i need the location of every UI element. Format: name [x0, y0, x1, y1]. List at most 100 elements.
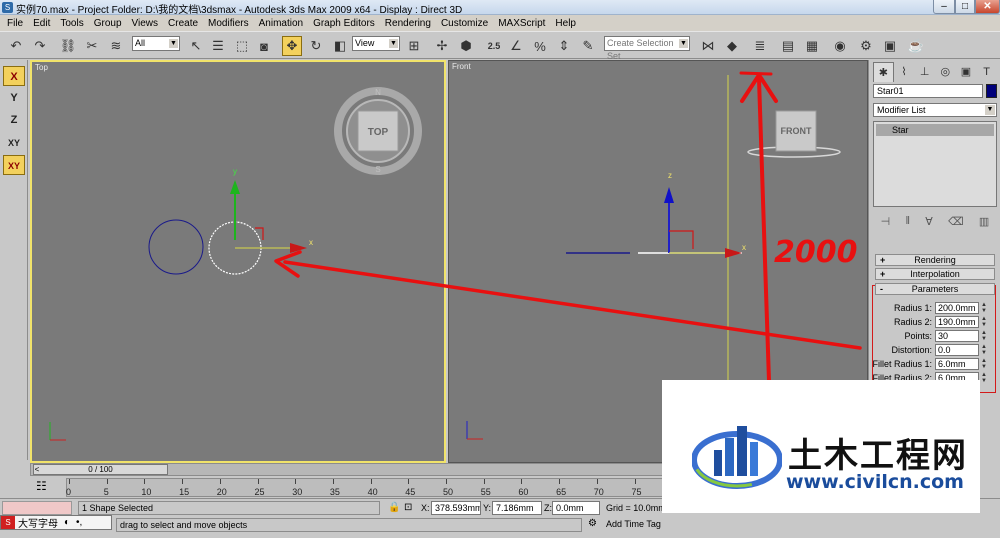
spinner-icon[interactable]: ▲ ▼	[981, 316, 989, 328]
prompt-line: drag to select and move objects	[116, 518, 582, 532]
ime-mode-label[interactable]: 大写字母	[15, 515, 61, 530]
utilities-tab-icon[interactable]: T	[976, 62, 997, 82]
ruler-tick	[219, 479, 221, 484]
ruler-tick	[521, 479, 523, 484]
display-tab-icon[interactable]: ▣	[956, 62, 977, 82]
ruler-label: 20	[216, 487, 227, 497]
modifier-list-dropdown[interactable]: Modifier List ▼	[873, 103, 997, 117]
y-label: Y:	[483, 503, 492, 513]
make-unique-icon[interactable]: ∀	[925, 215, 933, 235]
annotation-2000-text: 2000	[774, 235, 858, 270]
time-tag-icon[interactable]: ⚙	[588, 518, 597, 529]
ruler-label: 35	[329, 487, 340, 497]
grid-size: Grid = 10.0mm	[606, 503, 666, 513]
ruler-label: 30	[292, 487, 303, 497]
spinner-icon[interactable]: ▲ ▼	[981, 302, 989, 314]
configure-sets-icon[interactable]: ▥	[979, 215, 989, 235]
ruler-label: 65	[556, 487, 567, 497]
z-label: Z:	[544, 503, 552, 513]
ruler-tick	[559, 479, 561, 484]
ruler-label: 45	[405, 487, 416, 497]
param-label: Points:	[904, 331, 932, 341]
spinner-icon[interactable]: ▲ ▼	[981, 344, 989, 356]
ruler-label: 70	[593, 487, 604, 497]
ruler-label: 15	[179, 487, 190, 497]
object-color-swatch[interactable]	[986, 84, 997, 98]
param-points: Points: 30 ▲ ▼	[875, 330, 995, 343]
param-value-field[interactable]: 0.0	[935, 344, 979, 356]
maxscript-listener[interactable]	[2, 501, 72, 515]
spinner-icon[interactable]: ▲ ▼	[981, 372, 989, 384]
rollout-interpolation-label: Interpolation	[910, 269, 960, 279]
annotation-2000: 2000	[774, 235, 858, 270]
command-panel-tabs: ✱ ⌇ ⊥ ◎ ▣ T	[873, 62, 997, 82]
rollout-interpolation[interactable]: + Interpolation	[875, 268, 995, 280]
param-label: Fillet Radius 1:	[872, 359, 932, 369]
ruler-tick	[182, 479, 184, 484]
param-value-field[interactable]: 200.0mm	[935, 302, 979, 314]
object-name-field[interactable]: Star01	[873, 84, 983, 98]
spinner-icon[interactable]: ▲ ▼	[981, 358, 989, 370]
ruler-tick	[446, 479, 447, 484]
x-coord-field[interactable]: 378.593mm	[431, 501, 481, 515]
3dsmax-window: S 实例70.max - Project Folder: D:\我的文档\3ds…	[0, 0, 1000, 538]
motion-tab-icon[interactable]: ◎	[935, 62, 956, 82]
rollout-rendering-label: Rendering	[914, 255, 956, 265]
ruler-tick	[106, 479, 108, 484]
lock-selection-icon[interactable]: 🔒	[388, 502, 400, 513]
red-annotation-long-arrow	[283, 260, 862, 350]
ime-logo-icon[interactable]: S	[1, 516, 15, 529]
spinner-icon[interactable]: ▲ ▼	[981, 330, 989, 342]
ruler-tick	[634, 479, 636, 484]
show-end-result-icon[interactable]: ‖	[905, 215, 910, 235]
selection-status: 1 Shape Selected	[78, 501, 380, 515]
expand-icon: +	[880, 255, 886, 265]
rollout-rendering[interactable]: + Rendering	[875, 254, 995, 266]
ruler-tick	[69, 479, 70, 484]
time-slider-thumb[interactable]: 0 / 100	[33, 464, 168, 475]
watermark: 土木工程网 www.civilcn.com	[662, 380, 980, 513]
ruler-label: 50	[443, 487, 454, 497]
param-value-field[interactable]: 30	[935, 330, 979, 342]
ime-toolbar: S 大写字母 ◐ •,	[0, 515, 112, 530]
param-label: Distortion:	[891, 345, 932, 355]
command-panel: ✱ ⌇ ⊥ ◎ ▣ T Star01 Modifier List ▼ Star …	[868, 60, 1000, 393]
rollout-parameters[interactable]: - Parameters	[875, 283, 995, 295]
chevron-down-icon: ▼	[985, 105, 995, 115]
ruler-tick	[408, 479, 410, 484]
ruler-label: 5	[103, 487, 109, 497]
ime-punctuation-icon[interactable]: •,	[73, 517, 85, 528]
ruler-tick	[257, 479, 259, 484]
param-value-field[interactable]: 6.0mm	[935, 358, 979, 370]
ruler-tick	[596, 479, 598, 484]
y-coord-field[interactable]: 7.186mm	[492, 501, 542, 515]
param-distortion: Distortion: 0.0 ▲ ▼	[875, 344, 995, 357]
ruler-label: 55	[480, 487, 491, 497]
modify-tab-icon[interactable]: ⌇	[894, 62, 915, 82]
ruler-label: 75	[631, 487, 642, 497]
remove-modifier-icon[interactable]: ⌫	[948, 215, 964, 235]
param-radius-2: Radius 2: 190.0mm ▲ ▼	[875, 316, 995, 329]
modifier-stack: Star	[873, 121, 997, 207]
pin-stack-icon[interactable]: ⊣	[881, 215, 891, 235]
ime-halfwidth-icon[interactable]: ◐	[61, 517, 73, 528]
ruler-label: 10	[141, 487, 152, 497]
param-label: Radius 2:	[893, 317, 932, 327]
ruler-label: 60	[518, 487, 529, 497]
z-coord-field[interactable]: 0.0mm	[552, 501, 600, 515]
ruler-tick	[144, 479, 146, 484]
modifier-stack-item-star[interactable]: Star	[876, 124, 994, 136]
create-tab-icon[interactable]: ✱	[873, 62, 894, 82]
modifier-list-label: Modifier List	[877, 105, 926, 115]
civilcn-logo-icon	[692, 426, 782, 489]
ruler-tick	[483, 479, 485, 484]
ruler-tick	[332, 479, 334, 484]
x-label: X:	[421, 503, 430, 513]
absolute-mode-icon[interactable]: ⊡	[404, 502, 412, 513]
mini-curve-editor-icon[interactable]: ☷	[36, 479, 47, 493]
time-slider-prev[interactable]: <	[32, 464, 42, 475]
param-value-field[interactable]: 190.0mm	[935, 316, 979, 328]
add-time-tag-button[interactable]: Add Time Tag	[606, 519, 661, 529]
hierarchy-tab-icon[interactable]: ⊥	[914, 62, 935, 82]
ruler-label: 25	[254, 487, 265, 497]
